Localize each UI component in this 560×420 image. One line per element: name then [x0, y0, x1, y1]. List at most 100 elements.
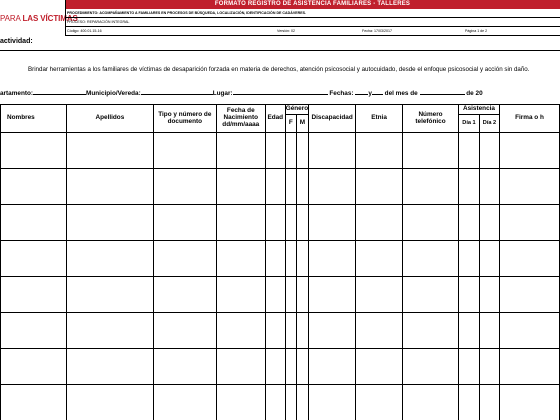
table-cell[interactable]	[478, 348, 500, 385]
table-cell[interactable]	[295, 312, 310, 349]
table-cell[interactable]	[152, 384, 217, 420]
table-cell[interactable]	[458, 348, 480, 385]
table-cell[interactable]	[402, 168, 459, 205]
table-cell[interactable]	[308, 168, 357, 205]
municipality-field[interactable]	[140, 89, 213, 95]
table-cell[interactable]	[478, 204, 500, 241]
table-cell[interactable]	[478, 132, 500, 169]
table-cell[interactable]	[65, 384, 154, 420]
department-field[interactable]	[33, 89, 87, 95]
table-cell[interactable]	[264, 132, 286, 169]
table-cell[interactable]	[458, 312, 480, 349]
table-cell[interactable]	[152, 276, 217, 313]
table-cell[interactable]	[264, 384, 286, 420]
place-field[interactable]	[232, 89, 328, 95]
table-cell[interactable]	[0, 204, 67, 241]
table-cell[interactable]	[355, 204, 404, 241]
table-cell[interactable]	[215, 204, 266, 241]
table-cell[interactable]	[402, 132, 459, 169]
table-cell[interactable]	[264, 168, 286, 205]
table-cell[interactable]	[215, 240, 266, 277]
table-cell[interactable]	[498, 132, 560, 169]
table-cell[interactable]	[498, 240, 560, 277]
table-cell[interactable]	[458, 276, 480, 313]
table-cell[interactable]	[0, 348, 67, 385]
table-cell[interactable]	[152, 204, 217, 241]
table-cell[interactable]	[264, 312, 286, 349]
table-cell[interactable]	[478, 168, 500, 205]
table-cell[interactable]	[458, 384, 480, 420]
table-cell[interactable]	[65, 240, 154, 277]
table-cell[interactable]	[458, 132, 480, 169]
table-cell[interactable]	[402, 348, 459, 385]
table-cell[interactable]	[295, 276, 310, 313]
table-cell[interactable]	[284, 132, 297, 169]
table-cell[interactable]	[284, 168, 297, 205]
table-cell[interactable]	[355, 348, 404, 385]
table-cell[interactable]	[355, 240, 404, 277]
table-cell[interactable]	[308, 132, 357, 169]
table-cell[interactable]	[0, 240, 67, 277]
table-cell[interactable]	[295, 204, 310, 241]
table-cell[interactable]	[478, 384, 500, 420]
table-cell[interactable]	[284, 240, 297, 277]
month-field[interactable]	[419, 89, 465, 95]
table-cell[interactable]	[0, 312, 67, 349]
table-cell[interactable]	[308, 384, 357, 420]
table-cell[interactable]	[0, 276, 67, 313]
table-cell[interactable]	[498, 204, 560, 241]
table-cell[interactable]	[284, 276, 297, 313]
table-cell[interactable]	[478, 312, 500, 349]
activity-input-line[interactable]	[0, 50, 560, 51]
table-cell[interactable]	[65, 348, 154, 385]
table-cell[interactable]	[402, 240, 459, 277]
table-cell[interactable]	[65, 276, 154, 313]
table-cell[interactable]	[458, 240, 480, 277]
table-cell[interactable]	[284, 312, 297, 349]
table-cell[interactable]	[295, 132, 310, 169]
table-cell[interactable]	[355, 312, 404, 349]
table-cell[interactable]	[355, 384, 404, 420]
table-cell[interactable]	[152, 168, 217, 205]
table-cell[interactable]	[478, 276, 500, 313]
table-cell[interactable]	[215, 348, 266, 385]
table-cell[interactable]	[284, 384, 297, 420]
table-cell[interactable]	[215, 276, 266, 313]
table-cell[interactable]	[65, 312, 154, 349]
table-cell[interactable]	[498, 384, 560, 420]
table-cell[interactable]	[295, 348, 310, 385]
table-cell[interactable]	[458, 168, 480, 205]
table-cell[interactable]	[355, 276, 404, 313]
table-cell[interactable]	[65, 168, 154, 205]
table-cell[interactable]	[215, 168, 266, 205]
table-cell[interactable]	[498, 168, 560, 205]
table-cell[interactable]	[0, 132, 67, 169]
table-cell[interactable]	[498, 348, 560, 385]
table-cell[interactable]	[498, 312, 560, 349]
table-cell[interactable]	[355, 132, 404, 169]
table-cell[interactable]	[295, 384, 310, 420]
date-end-field[interactable]	[371, 89, 383, 95]
table-cell[interactable]	[308, 276, 357, 313]
table-cell[interactable]	[284, 348, 297, 385]
table-cell[interactable]	[284, 204, 297, 241]
table-cell[interactable]	[264, 240, 286, 277]
table-cell[interactable]	[152, 348, 217, 385]
table-cell[interactable]	[402, 276, 459, 313]
table-cell[interactable]	[215, 132, 266, 169]
table-cell[interactable]	[65, 204, 154, 241]
table-cell[interactable]	[295, 240, 310, 277]
table-cell[interactable]	[264, 204, 286, 241]
table-cell[interactable]	[308, 204, 357, 241]
table-cell[interactable]	[0, 384, 67, 420]
date-start-field[interactable]	[355, 89, 369, 95]
table-cell[interactable]	[152, 132, 217, 169]
table-cell[interactable]	[264, 348, 286, 385]
table-cell[interactable]	[215, 312, 266, 349]
table-cell[interactable]	[264, 276, 286, 313]
table-cell[interactable]	[308, 348, 357, 385]
table-cell[interactable]	[152, 312, 217, 349]
table-cell[interactable]	[458, 204, 480, 241]
table-cell[interactable]	[402, 384, 459, 420]
table-cell[interactable]	[308, 312, 357, 349]
